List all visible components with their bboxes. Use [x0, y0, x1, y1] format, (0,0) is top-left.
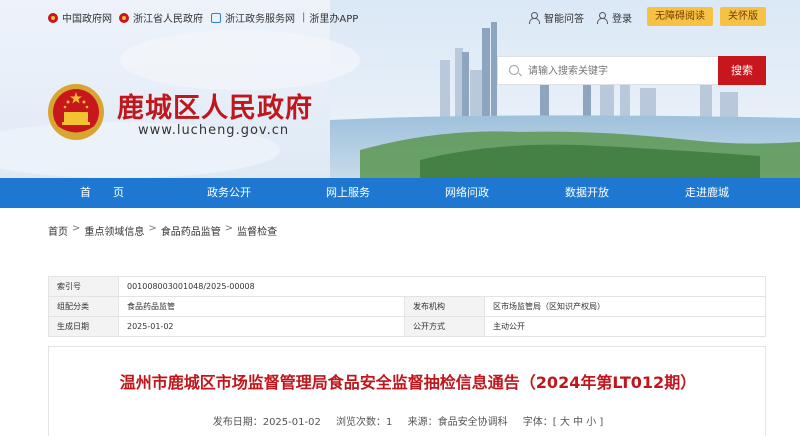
link-gov-cn-label: 中国政府网 — [62, 14, 112, 25]
article-source: 来源：食品安全协调科 — [407, 417, 508, 428]
user-help-icon — [528, 12, 540, 24]
mode-label: 公开方式 — [404, 316, 485, 337]
header-banner: 中国政府网 浙江省人民政府 浙江政务服务网 | 浙里办APP 智能问答 登录 无… — [0, 0, 800, 178]
breadcrumb-separator: > — [72, 223, 81, 234]
nav-online-inquiry[interactable]: 网络问政 — [427, 178, 507, 208]
help-label: 智能问答 — [544, 14, 584, 25]
main-nav: 首 页 政务公开 网上服务 网络问政 数据开放 走进鹿城 — [0, 178, 800, 208]
category-label: 组配分类 — [48, 296, 119, 317]
table-row: 索引号 001008003001048/2025-00008 — [48, 276, 766, 297]
link-zhejiang-gov-label: 浙江省人民政府 — [133, 14, 203, 25]
table-row: 生成日期 2025-01-02 公开方式 主动公开 — [48, 316, 766, 337]
login-label: 登录 — [612, 14, 632, 25]
search-box — [497, 56, 719, 85]
publisher-value: 区市场监管局（区知识产权局） — [484, 296, 766, 317]
nav-online-service[interactable]: 网上服务 — [308, 178, 388, 208]
link-zhejiang-gov[interactable]: 浙江省人民政府 — [119, 10, 203, 25]
index-value: 001008003001048/2025-00008 — [118, 276, 766, 297]
national-emblem-icon — [48, 12, 58, 23]
link-zhejiang-service[interactable]: 浙江政务服务网 — [211, 10, 295, 25]
breadcrumb-key-info[interactable]: 重点领域信息 — [84, 223, 144, 238]
breadcrumb-food-drug[interactable]: 食品药品监管 — [161, 223, 221, 238]
login-icon — [596, 12, 608, 24]
link-zheliban-app-label: 浙里办APP — [309, 14, 359, 25]
zhejiang-service-icon — [211, 12, 221, 23]
site-url: www.lucheng.gov.cn — [138, 123, 290, 138]
table-row: 组配分类 食品药品监管 发布机构 区市场监管局（区知识产权局） — [48, 296, 766, 317]
view-count: 浏览次数：1 — [336, 417, 393, 428]
publisher-label: 发布机构 — [404, 296, 485, 317]
date-value: 2025-01-02 — [118, 316, 405, 337]
category-value: 食品药品监管 — [118, 296, 405, 317]
separator: | — [302, 12, 306, 23]
elderly-mode-button[interactable]: 关怀版 — [720, 7, 766, 26]
login-link[interactable]: 登录 — [596, 10, 632, 25]
nav-about-lucheng[interactable]: 走进鹿城 — [667, 178, 747, 208]
site-title: 鹿城区人民政府 — [117, 93, 313, 124]
article-title: 温州市鹿城区市场监督管理局食品安全监督抽检信息通告（2024年第LT012期） — [119, 373, 697, 392]
help-link[interactable]: 智能问答 — [528, 10, 584, 25]
breadcrumb-inspection[interactable]: 监督检查 — [237, 223, 277, 238]
national-emblem-icon — [119, 12, 129, 23]
government-emblem-logo — [48, 84, 104, 140]
link-zheliban-app[interactable]: | 浙里办APP — [302, 10, 358, 25]
breadcrumb-separator: > — [148, 223, 157, 234]
top-utility-bar: 中国政府网 浙江省人民政府 浙江政务服务网 | 浙里办APP 智能问答 登录 无… — [0, 0, 800, 34]
breadcrumb: 首页 > 重点领域信息 > 食品药品监管 > 监督检查 — [48, 223, 277, 238]
breadcrumb-home[interactable]: 首页 — [48, 223, 68, 238]
nav-open-data[interactable]: 数据开放 — [547, 178, 627, 208]
font-size-switcher[interactable]: 字体：[ 大 中 小 ] — [523, 417, 604, 428]
search-icon — [509, 65, 519, 75]
link-zhejiang-service-label: 浙江政务服务网 — [225, 14, 295, 25]
index-label: 索引号 — [48, 276, 119, 297]
nav-home[interactable]: 首 页 — [62, 178, 142, 208]
link-gov-cn[interactable]: 中国政府网 — [48, 10, 112, 25]
date-label: 生成日期 — [48, 316, 119, 337]
article-panel: 温州市鹿城区市场监督管理局食品安全监督抽检信息通告（2024年第LT012期） … — [48, 346, 766, 436]
article-info: 发布日期：2025-01-02 浏览次数：1 来源：食品安全协调科 字体：[ 大… — [49, 413, 767, 428]
publish-date: 发布日期：2025-01-02 — [212, 417, 321, 428]
nav-gov-affairs[interactable]: 政务公开 — [189, 178, 269, 208]
search-input[interactable] — [528, 62, 713, 80]
document-meta-table: 索引号 001008003001048/2025-00008 组配分类 食品药品… — [48, 276, 766, 337]
search-button[interactable]: 搜索 — [718, 56, 766, 85]
mode-value: 主动公开 — [484, 316, 766, 337]
accessible-reading-button[interactable]: 无障碍阅读 — [647, 7, 713, 26]
breadcrumb-separator: > — [224, 223, 234, 234]
